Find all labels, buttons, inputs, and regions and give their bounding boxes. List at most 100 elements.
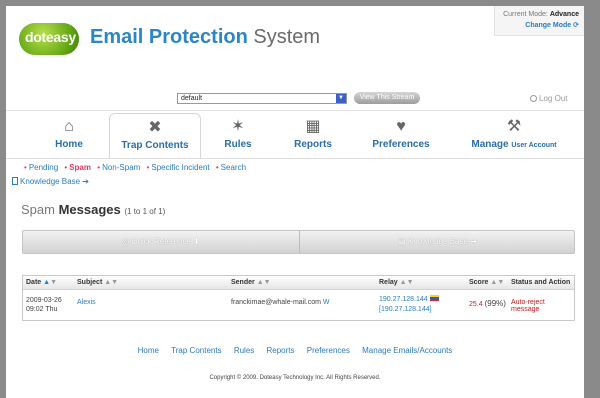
footer-preferences[interactable]: Preferences [307, 346, 350, 355]
sort-icon[interactable]: ▲▼ [490, 279, 504, 286]
tools-icon: ⚒ [506, 118, 522, 135]
heart-icon: ♥ [396, 118, 406, 135]
bullet-icon: • [24, 163, 27, 172]
header: doteasy Email Protection System Current … [6, 6, 584, 88]
quick-reference-label: Quick Reference [131, 237, 191, 246]
bullet-icon: • [64, 163, 68, 172]
knowledge-base-button-label: Knowledge Base [407, 237, 468, 246]
footer-manage[interactable]: Manage Emails/Accounts [362, 346, 452, 355]
row-relay-ip-bracketed[interactable]: [190.27.128.144] [379, 306, 432, 313]
column-date[interactable]: Date ▲▼ [26, 279, 57, 286]
country-flag-icon [429, 295, 439, 301]
cell-relay: 190.27.128.144 [190.27.128.144] [379, 295, 439, 315]
stream-select-value: default [181, 95, 203, 102]
table-row[interactable]: 2009-03-26 09:02 Thu Alexis franckimae@w… [23, 291, 574, 321]
copyright: Copyright © 2009. Doteasy Technology Inc… [209, 375, 381, 381]
column-relay-label: Relay [379, 279, 398, 286]
nav-manage[interactable]: ⚒ Manage User Account [464, 117, 564, 159]
result-count: (1 to 1 of 1) [124, 207, 166, 216]
row-score: 25.4 [469, 301, 483, 308]
column-status-label: Status and Action [511, 279, 571, 286]
trap-icon: ✖ [148, 119, 162, 136]
footer-nav: Home Trap Contents Rules Reports Prefere… [6, 346, 584, 355]
column-score[interactable]: Score ▲▼ [469, 279, 504, 286]
doteasy-logo[interactable]: doteasy [19, 23, 79, 55]
nav-rules[interactable]: ✶ Rules [218, 117, 258, 159]
cell-status[interactable]: Auto-reject message [511, 299, 574, 313]
arrow-right-icon: ➔ [82, 177, 89, 186]
column-relay[interactable]: Relay ▲▼ [379, 279, 414, 286]
knowledge-base-label: Knowledge Base [20, 177, 81, 186]
column-sender-label: Sender [231, 279, 255, 286]
change-mode-icon[interactable]: ⟳ [573, 22, 579, 29]
cell-date: 2009-03-26 09:02 Thu [26, 296, 62, 314]
row-time: 09:02 Thu [26, 306, 58, 313]
sort-icon[interactable]: ▲▼ [257, 279, 271, 286]
quick-reference-button[interactable]: ◎ Quick Reference ⬇ [23, 231, 299, 253]
chevron-down-icon[interactable]: ▼ [336, 94, 346, 103]
nav-trap-contents-label: Trap Contents [121, 140, 189, 151]
logout-label: Log Out [539, 94, 568, 103]
view-stream-button[interactable]: View This Stream [354, 92, 420, 104]
cell-subject[interactable]: Alexis [77, 299, 96, 306]
stream-row: default ▼ View This Stream Log Out [6, 90, 584, 108]
nav-preferences[interactable]: ♥ Preferences [366, 117, 436, 159]
footer-home[interactable]: Home [138, 346, 159, 355]
power-icon [530, 95, 537, 102]
mode-value: Advance [549, 11, 579, 18]
page: doteasy Email Protection System Current … [6, 6, 584, 398]
subnav-non-spam[interactable]: Non-Spam [102, 163, 140, 172]
nav-reports[interactable]: ▦ Reports [288, 117, 338, 159]
whitelist-link[interactable]: W [323, 299, 330, 306]
column-score-label: Score [469, 279, 489, 286]
mode-box: Current Mode: Advance Change Mode ⟳ [494, 6, 584, 36]
footer-reports[interactable]: Reports [267, 346, 295, 355]
row-score-percent: (99%) [484, 299, 506, 308]
knowledge-base-button[interactable]: ▤ Knowledge Base ➔ [299, 231, 575, 253]
nav-trap-contents[interactable]: ✖ Trap Contents [109, 113, 201, 159]
app-title: Email Protection System [90, 26, 320, 49]
change-mode-link[interactable]: Change Mode [525, 22, 571, 29]
page-title-rest: Messages [58, 202, 121, 217]
nav-rules-label: Rules [224, 139, 252, 150]
table-header: Date ▲▼ Subject ▲▼ Sender ▲▼ Relay ▲▼ Sc… [23, 276, 574, 290]
globe-icon: ◎ [122, 237, 130, 246]
subnav-specific-incident[interactable]: Specific Incident [151, 163, 209, 172]
subnav: • Pending • Spam • Non-Spam • Specific Incid… [6, 158, 584, 192]
column-subject[interactable]: Subject ▲▼ [77, 279, 118, 286]
logout-link[interactable]: Log Out [530, 94, 567, 103]
cell-score: 25.4 (99%) [469, 299, 506, 308]
footer-rules[interactable]: Rules [234, 346, 254, 355]
app-title-main: Email Protection [90, 26, 248, 48]
logo-text: doteasy [25, 29, 76, 45]
sort-icon[interactable]: ▲▼ [104, 279, 118, 286]
cell-sender: franckimae@whale-mail.com W [231, 299, 330, 306]
stream-select[interactable]: default ▼ [177, 93, 347, 104]
subnav-pending[interactable]: Pending [29, 163, 58, 172]
footer-trap-contents[interactable]: Trap Contents [171, 346, 221, 355]
main-nav: ⌂ Home ✖ Trap Contents ✶ Rules ▦ Reports… [6, 110, 584, 159]
messages-table: Date ▲▼ Subject ▲▼ Sender ▲▼ Relay ▲▼ Sc… [22, 275, 575, 321]
nav-home[interactable]: ⌂ Home [48, 117, 90, 159]
rules-icon: ✶ [231, 118, 245, 135]
column-subject-label: Subject [77, 279, 103, 286]
arrow-right-icon: ➔ [470, 237, 477, 246]
subnav-search[interactable]: Search [221, 163, 246, 172]
column-date-label: Date [26, 279, 42, 286]
nav-home-label: Home [55, 139, 83, 150]
document-icon: ▤ [398, 237, 406, 246]
knowledge-base-link[interactable]: Knowledge Base ➔ [12, 177, 89, 186]
nav-manage-label: Manage [471, 139, 509, 150]
nav-reports-label: Reports [294, 139, 332, 150]
arrow-down-icon: ⬇ [193, 237, 200, 246]
nav-preferences-label: Preferences [372, 139, 430, 150]
home-icon: ⌂ [64, 118, 74, 135]
subnav-spam[interactable]: Spam [69, 163, 91, 172]
sort-icon[interactable]: ▲▼ [43, 279, 57, 286]
bullet-icon: • [146, 163, 150, 172]
sort-icon[interactable]: ▲▼ [400, 279, 414, 286]
app-title-light: System [253, 26, 321, 48]
column-sender[interactable]: Sender ▲▼ [231, 279, 271, 286]
row-date: 2009-03-26 [26, 297, 62, 304]
row-relay-ip[interactable]: 190.27.128.144 [379, 296, 428, 303]
